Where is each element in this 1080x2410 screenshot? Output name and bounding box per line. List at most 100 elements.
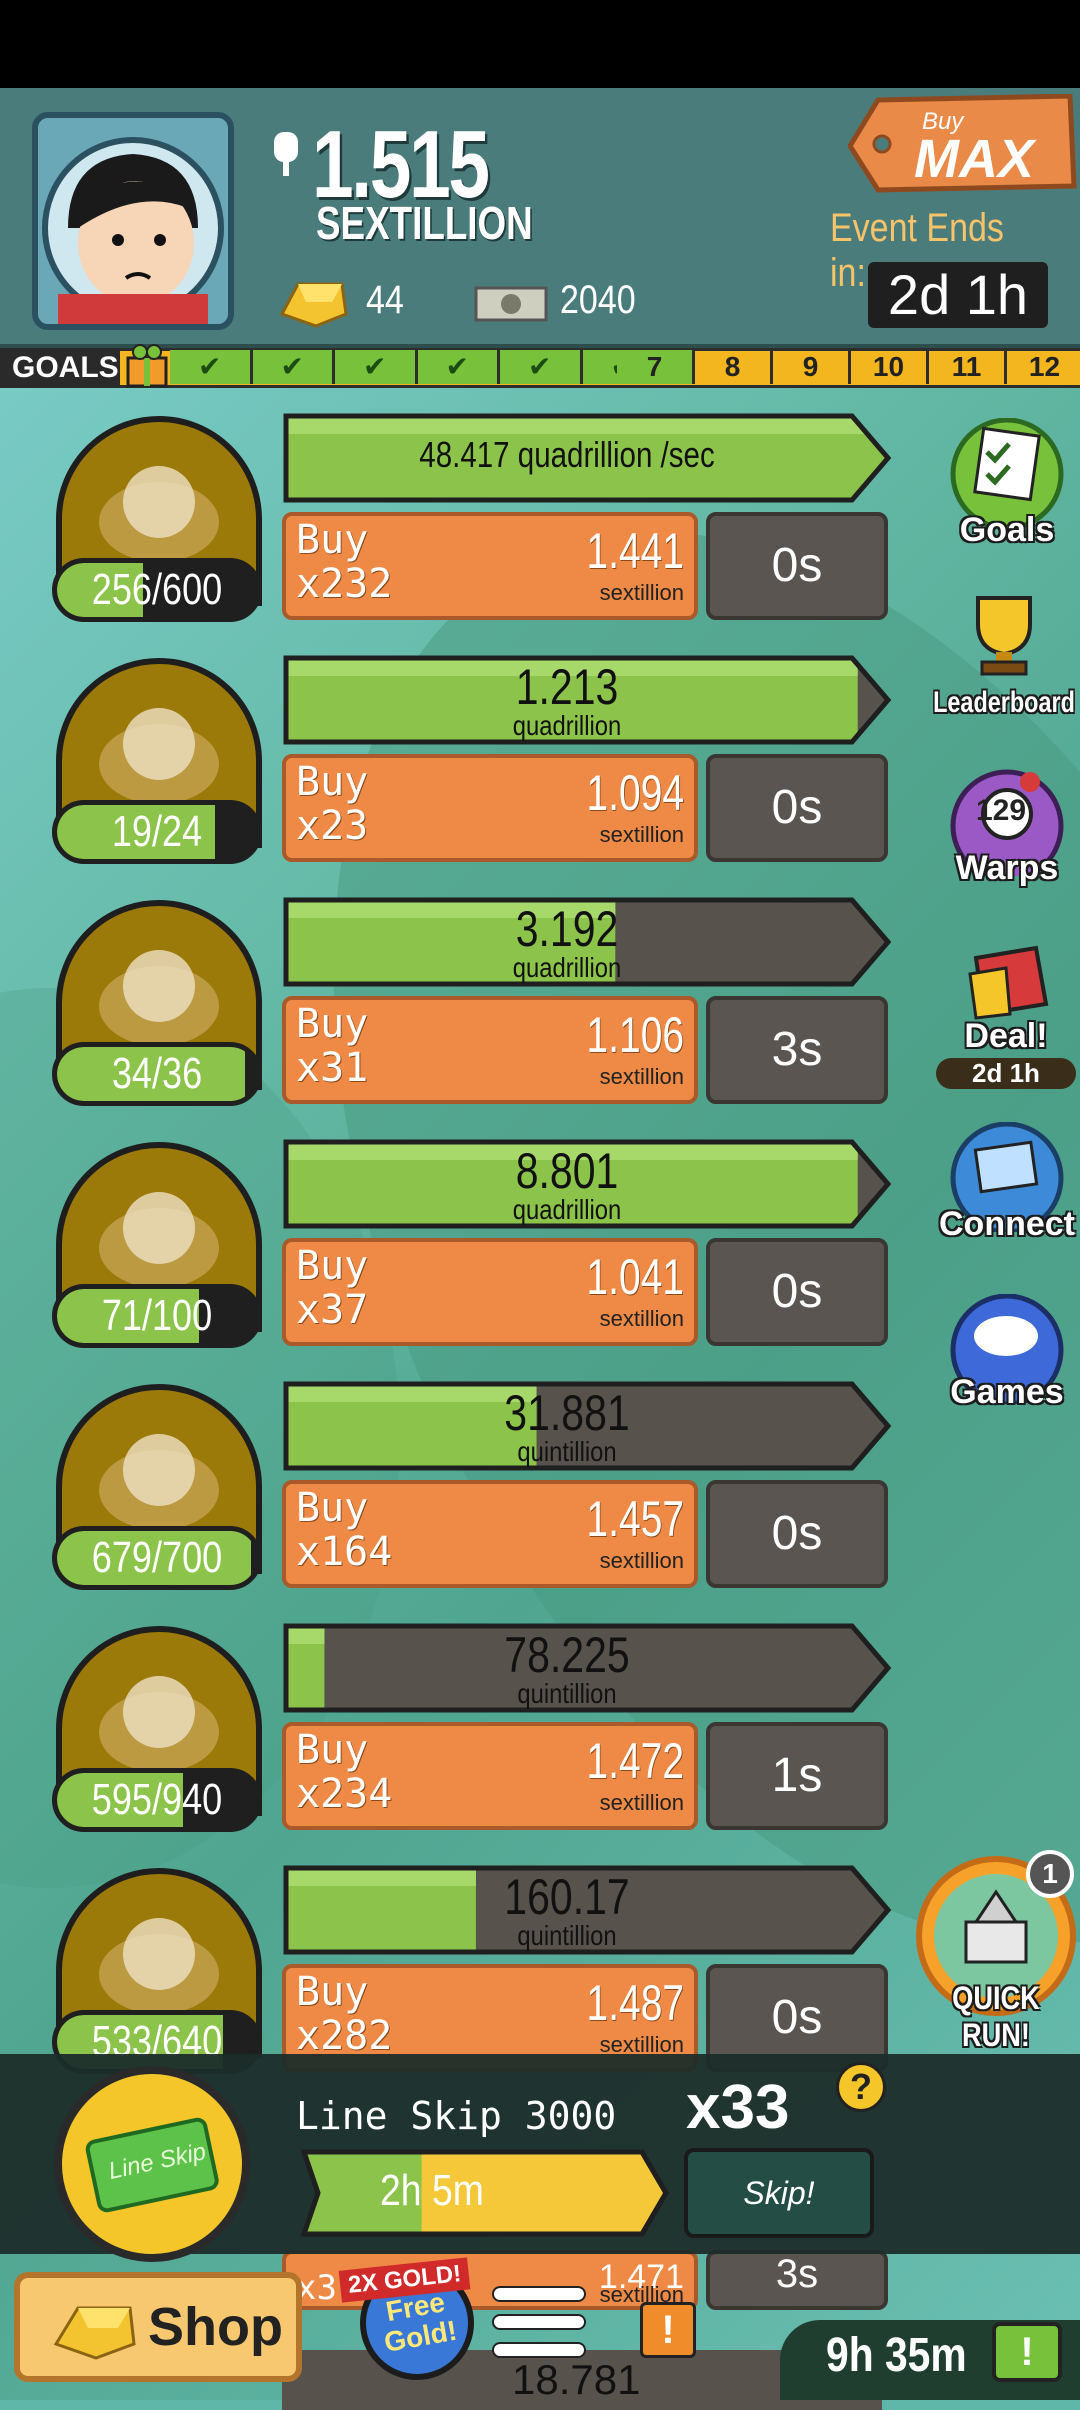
buy-cost: 1.106	[586, 1007, 684, 1063]
quick-run-label: QUICK RUN!	[952, 1980, 1040, 2053]
buy-label: Buy x31	[296, 1001, 369, 1091]
line-skip-multiplier: x33	[686, 2073, 790, 2142]
production-value: 1.213	[515, 659, 619, 715]
line-skip-coin[interactable]: Line Skip	[54, 2066, 250, 2262]
business-count: 19/24	[52, 800, 262, 864]
help-button[interactable]: ?	[836, 2062, 886, 2112]
buy-label: Buy x37	[296, 1243, 369, 1333]
business-count-text: 256/600	[91, 565, 223, 614]
goal-number: 12	[1007, 350, 1080, 384]
buy-button[interactable]: Buy x234 1.472 sextillion	[282, 1722, 698, 1830]
warps-button[interactable]: 129 Warps	[932, 766, 1080, 888]
goal-number: 7	[617, 350, 695, 384]
buy-cost-unit: sextillion	[599, 1306, 684, 1331]
avatar[interactable]	[32, 112, 234, 330]
gold-bar-icon	[279, 282, 348, 328]
gift-icon	[126, 344, 168, 388]
goal-check-icon: ✔	[252, 350, 335, 384]
cycle-timer: 1s	[706, 1722, 888, 1830]
tv-alert-button[interactable]: !	[992, 2322, 1062, 2382]
goal-check-icon: ✔	[170, 350, 253, 384]
production-unit: quintillion	[517, 1436, 617, 1467]
trophy-icon	[976, 596, 1032, 676]
shop-button[interactable]: Shop	[14, 2272, 302, 2382]
deal-button[interactable]: Deal! 2d 1h	[936, 934, 1076, 1089]
buy-label: Buy x164	[296, 1485, 393, 1575]
business-count: 71/100	[52, 1284, 262, 1348]
hidden-buy-qty: x3	[296, 2268, 337, 2308]
quick-run-badge: 1	[1026, 1850, 1074, 1898]
goal-number: 8	[695, 350, 773, 384]
production-unit: quadrillion	[512, 952, 622, 983]
buy-max-button[interactable]: Buy MAX	[848, 94, 1078, 194]
leaderboard-label: Leaderboard	[933, 686, 1075, 719]
business-count: 256/600	[52, 558, 262, 622]
connect-button[interactable]: Connect	[932, 1121, 1080, 1244]
connect-label: Connect	[939, 1205, 1075, 1243]
line-skip-time: 2h 5m	[380, 2166, 484, 2215]
event-timer: 2d 1h	[868, 262, 1048, 328]
buy-button[interactable]: Buy x23 1.094 sextillion	[282, 754, 698, 862]
menu-line-icon	[492, 2314, 586, 2330]
buy-label: Buy x23	[296, 759, 369, 849]
production-unit: quadrillion	[512, 710, 622, 741]
buy-cost-unit: sextillion	[599, 1790, 684, 1815]
cycle-timer: 0s	[706, 1480, 888, 1588]
production-unit: quintillion	[517, 1920, 617, 1951]
buy-button[interactable]: Buy x31 1.106 sextillion	[282, 996, 698, 1104]
business-count: 34/36	[52, 1042, 262, 1106]
buy-cost: 1.094	[586, 765, 684, 821]
business-count-text: 679/700	[91, 1533, 223, 1582]
deal-label: Deal!	[964, 1017, 1048, 1055]
business-count: 679/700	[52, 1526, 262, 1590]
production-value: 31.881	[504, 1385, 630, 1441]
buy-cost: 1.041	[586, 1249, 684, 1305]
production-unit: quadrillion	[512, 1194, 622, 1225]
cycle-timer: 3s	[706, 996, 888, 1104]
buy-button[interactable]: Buy x37 1.041 sextillion	[282, 1238, 698, 1346]
buy-cost: 1.472	[586, 1733, 684, 1789]
goals-side-button[interactable]: Goals	[932, 417, 1080, 550]
production-value: 48.417 quadrillion /sec	[419, 434, 715, 475]
buy-cost-unit: sextillion	[599, 1548, 684, 1573]
buy-cost: 1.441	[586, 523, 684, 579]
deal-timer: 2d 1h	[936, 1058, 1076, 1089]
production-value: 78.225	[504, 1627, 630, 1683]
production-value: 160.17	[504, 1869, 630, 1925]
menu-line-icon	[492, 2286, 586, 2302]
buy-button[interactable]: Buy x164 1.457 sextillion	[282, 1480, 698, 1588]
business-count-text: 71/100	[101, 1291, 213, 1340]
corner-timer: 9h 35m	[826, 2329, 967, 2382]
gift-box-icon	[968, 945, 1049, 1020]
leaderboard-button[interactable]: Leaderboard	[924, 588, 1080, 720]
production-unit: quintillion	[517, 1678, 617, 1709]
line-skip-title: Line Skip 3000	[296, 2094, 617, 2138]
buy-cost-unit: sextillion	[599, 580, 684, 605]
megabucks-icon	[474, 286, 548, 322]
cycle-timer: 0s	[706, 754, 888, 862]
games-label: Games	[950, 1373, 1064, 1411]
buy-cost-unit: sextillion	[599, 822, 684, 847]
buy-max-label: MAX	[914, 129, 1034, 189]
skip-button[interactable]: Skip!	[684, 2148, 874, 2238]
megabucks-count: 2040	[560, 278, 636, 322]
popsicle-icon	[274, 132, 298, 176]
gold-bar-icon	[53, 2306, 136, 2360]
games-button[interactable]: Games	[932, 1293, 1080, 1412]
money-unit: SEXTILLION	[316, 197, 533, 249]
buy-label: Buy x234	[296, 1727, 393, 1817]
shop-label: Shop	[148, 2297, 283, 2357]
goal-check-icon: ✔	[335, 350, 418, 384]
buy-cost-unit: sextillion	[599, 1064, 684, 1089]
goal-check-icon: ✔	[500, 350, 583, 384]
goals-label: GOALS	[0, 348, 120, 388]
warps-count: 129	[976, 794, 1027, 827]
cycle-timer: 0s	[706, 512, 888, 620]
hidden-timer: 3s	[706, 2250, 888, 2310]
alert-button[interactable]: !	[640, 2302, 696, 2358]
business-count: 595/940	[52, 1768, 262, 1832]
menu-button[interactable]	[492, 2286, 586, 2366]
cycle-timer: 0s	[706, 1238, 888, 1346]
buy-button[interactable]: Buy x232 1.441 sextillion	[282, 512, 698, 620]
buy-label: Buy x282	[296, 1969, 393, 2059]
